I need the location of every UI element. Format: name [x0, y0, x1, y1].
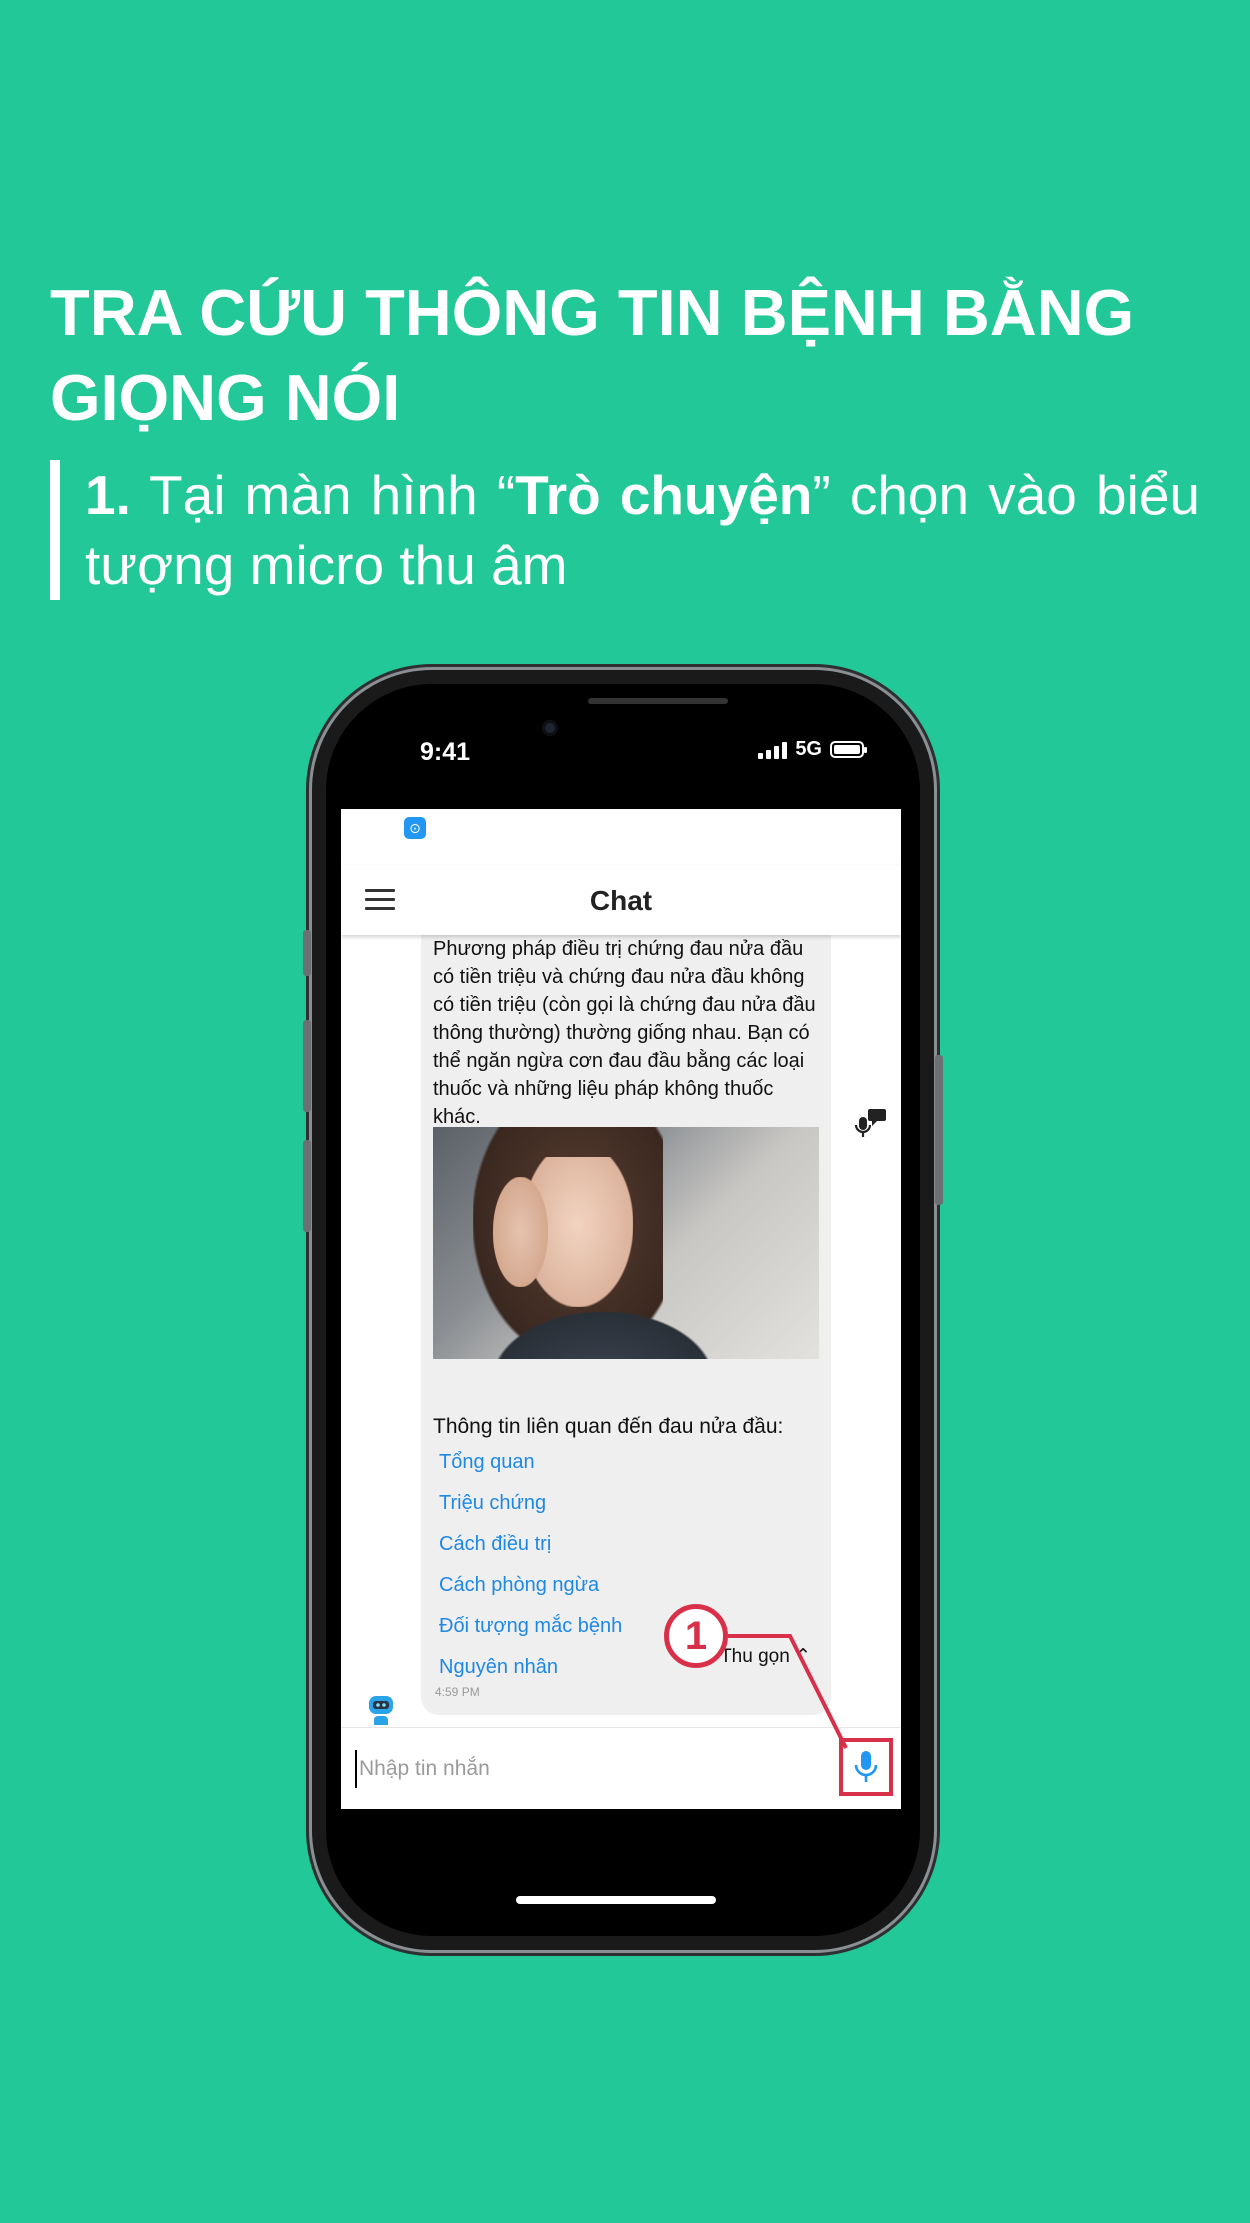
earpiece: [588, 698, 728, 704]
related-link-at-risk[interactable]: Đối tượng mắc bệnh: [439, 1611, 622, 1652]
message-text: Phương pháp điều trị chứng đau nửa đầu c…: [433, 938, 816, 1128]
phone-volume-down: [303, 1140, 311, 1232]
front-camera: [542, 720, 558, 736]
message-input[interactable]: Nhập tin nhắn: [355, 1750, 825, 1788]
related-info-label: Thông tin liên quan đến đau nửa đầu:: [433, 1415, 784, 1438]
related-link-treatment[interactable]: Cách điều trị: [439, 1529, 622, 1570]
battery-icon: [830, 741, 867, 758]
app-status-bar: ⊙: [341, 809, 901, 865]
phone-mute-switch: [303, 930, 311, 976]
status-time: 9:41: [420, 738, 471, 766]
step-number: 1.: [85, 464, 131, 526]
related-links: Tổng quan Triệu chứng Cách điều trị Cách…: [439, 1447, 622, 1693]
chat-area[interactable]: Phương pháp điều trị chứng đau nửa đầu c…: [341, 935, 901, 1725]
message-timestamp: 4:59 PM: [435, 1685, 480, 1699]
bot-avatar-icon: [369, 1696, 393, 1725]
page-title: TRA CỨU THÔNG TIN BỆNH BẰNG GIỌNG NÓI: [50, 276, 1135, 434]
app-title: Chat: [589, 885, 653, 916]
step-text-bold: Trò chuyện: [515, 464, 813, 526]
phone-mockup: 9:41 5G ⊙ Chat Phương pháp điều trị chứn…: [303, 670, 943, 1950]
message-image[interactable]: [433, 1127, 819, 1359]
step-instruction: 1. Tại màn hình “Trò chuyện” chọn vào bi…: [50, 460, 1200, 600]
phone-screen: 9:41 5G ⊙ Chat Phương pháp điều trị chứn…: [326, 684, 920, 1936]
bot-message-bubble: Phương pháp điều trị chứng đau nửa đầu c…: [421, 935, 831, 1715]
signal-icon: [758, 741, 788, 759]
mic-button[interactable]: [839, 1738, 893, 1796]
chevron-up-icon: ⌃: [795, 1646, 811, 1667]
chat-app: ⊙ Chat Phương pháp điều trị chứng đau nử…: [341, 809, 901, 1809]
collapse-label: Thu gọn: [720, 1646, 790, 1667]
callout-number: 1: [664, 1604, 728, 1668]
status-indicators: 5G: [758, 738, 867, 761]
related-link-symptoms[interactable]: Triệu chứng: [439, 1488, 622, 1529]
home-indicator: [516, 1896, 716, 1904]
phone-power-button: [935, 1055, 943, 1205]
notification-icon: ⊙: [404, 817, 426, 839]
message-input-bar: Nhập tin nhắn: [341, 1727, 901, 1809]
phone-volume-up: [303, 1020, 311, 1112]
voice-feedback-icon[interactable]: [853, 1105, 889, 1141]
app-bar: Chat: [341, 865, 901, 935]
collapse-button[interactable]: Thu gọn ⌃: [720, 1645, 811, 1668]
related-link-prevention[interactable]: Cách phòng ngừa: [439, 1570, 622, 1611]
step-text-prefix: Tại màn hình “: [149, 464, 516, 526]
related-link-overview[interactable]: Tổng quan: [439, 1447, 622, 1488]
mic-icon: [854, 1751, 878, 1782]
network-label: 5G: [795, 738, 822, 760]
